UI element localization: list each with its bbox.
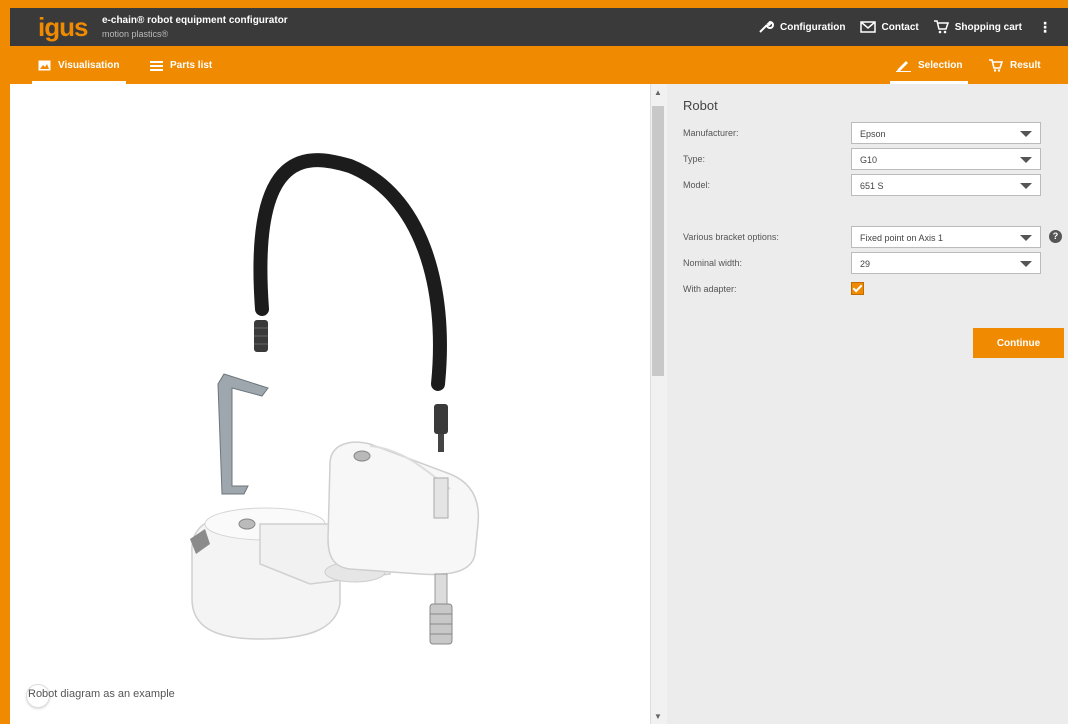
chevron-down-icon [1020, 235, 1032, 241]
nominal-width-select[interactable]: 29 [851, 252, 1041, 274]
tab-visualisation-label: Visualisation [58, 59, 120, 71]
tab-result[interactable]: Result [988, 46, 1041, 84]
bracket-label: Various bracket options: [683, 232, 779, 242]
nominal-width-value: 29 [860, 259, 871, 269]
diagram-caption: Robot diagram as an example [28, 688, 175, 700]
manufacturer-value: Epson [860, 129, 886, 139]
selection-panel: Robot Manufacturer: Epson Type: G10 Mode… [667, 84, 1068, 724]
visualisation-panel: Robot diagram as an example [10, 84, 650, 724]
bracket-select[interactable]: Fixed point on Axis 1 [851, 226, 1041, 248]
connector-left [254, 320, 268, 352]
panel-title: Robot [683, 98, 718, 113]
adapter-checkbox[interactable] [851, 282, 864, 295]
model-label: Model: [683, 180, 711, 190]
type-select[interactable]: G10 [851, 148, 1041, 170]
image-icon [38, 60, 51, 70]
adapter-label: With adapter: [683, 284, 737, 294]
contact-link[interactable]: Contact [859, 21, 919, 33]
pencil-icon [896, 60, 911, 72]
scroll-up-icon[interactable]: ▲ [654, 88, 662, 97]
manufacturer-select[interactable]: Epson [851, 122, 1041, 144]
cart-icon [989, 58, 1003, 72]
type-label: Type: [683, 154, 706, 164]
robot-diagram[interactable] [10, 84, 650, 724]
model-select[interactable]: 651 S [851, 174, 1041, 196]
top-bar: igus e-chain® robot equipment configurat… [10, 8, 1068, 46]
chevron-down-icon [1020, 131, 1032, 137]
top-nav: Configuration Contact Shopping cart ⋮ [758, 8, 1054, 46]
nominal-width-row: Nominal width: 29 [683, 252, 1063, 276]
bracket-value: Fixed point on Axis 1 [860, 233, 944, 243]
configuration-label: Configuration [779, 21, 846, 33]
tab-selection[interactable]: Selection [889, 46, 969, 84]
continue-button[interactable]: Continue [973, 328, 1064, 358]
type-value: G10 [860, 155, 878, 165]
tab-bar: Visualisation Parts list Selection Resul… [10, 46, 1068, 84]
model-value: 651 S [860, 181, 884, 191]
configuration-link[interactable]: Configuration [758, 20, 846, 34]
scroll-down-icon[interactable]: ▼ [654, 712, 662, 721]
chevron-down-icon [1020, 183, 1032, 189]
mounting-bracket [217, 373, 269, 495]
igus-logo[interactable]: igus [38, 14, 88, 40]
chevron-down-icon [1020, 261, 1032, 267]
chevron-down-icon [1020, 157, 1032, 163]
echain-hose [253, 153, 447, 391]
robot-arm-housing [327, 441, 480, 576]
list-icon [150, 60, 163, 71]
tab-visualisation[interactable]: Visualisation [32, 46, 125, 84]
shopping-cart-label: Shopping cart [954, 21, 1022, 33]
app-frame: igus e-chain® robot equipment configurat… [10, 8, 1068, 724]
tab-selection-label: Selection [918, 59, 963, 71]
manufacturer-label: Manufacturer: [683, 128, 739, 138]
app-title: e-chain® robot equipment configurator [102, 15, 288, 26]
scrollbar-thumb[interactable] [652, 106, 664, 376]
cart-icon [933, 20, 949, 34]
shopping-cart-link[interactable]: Shopping cart [933, 20, 1022, 34]
model-row: Model: 651 S [683, 174, 1063, 198]
wrench-icon [759, 20, 774, 33]
help-icon[interactable]: ? [1049, 230, 1062, 243]
nominal-width-label: Nominal width: [683, 258, 743, 268]
bracket-row: Various bracket options: Fixed point on … [683, 226, 1063, 250]
adapter-row: With adapter: [683, 278, 1063, 302]
connector-right [434, 404, 448, 452]
tab-parts-list[interactable]: Parts list [150, 46, 212, 84]
type-row: Type: G10 [683, 148, 1063, 172]
tab-parts-list-label: Parts list [170, 59, 213, 71]
app-subtitle: motion plastics® [102, 29, 169, 39]
contact-label: Contact [881, 21, 919, 33]
tab-result-label: Result [1010, 59, 1041, 71]
manufacturer-row: Manufacturer: Epson [683, 122, 1063, 146]
more-menu-icon[interactable]: ⋮ [1036, 19, 1054, 36]
envelope-icon [859, 21, 876, 33]
